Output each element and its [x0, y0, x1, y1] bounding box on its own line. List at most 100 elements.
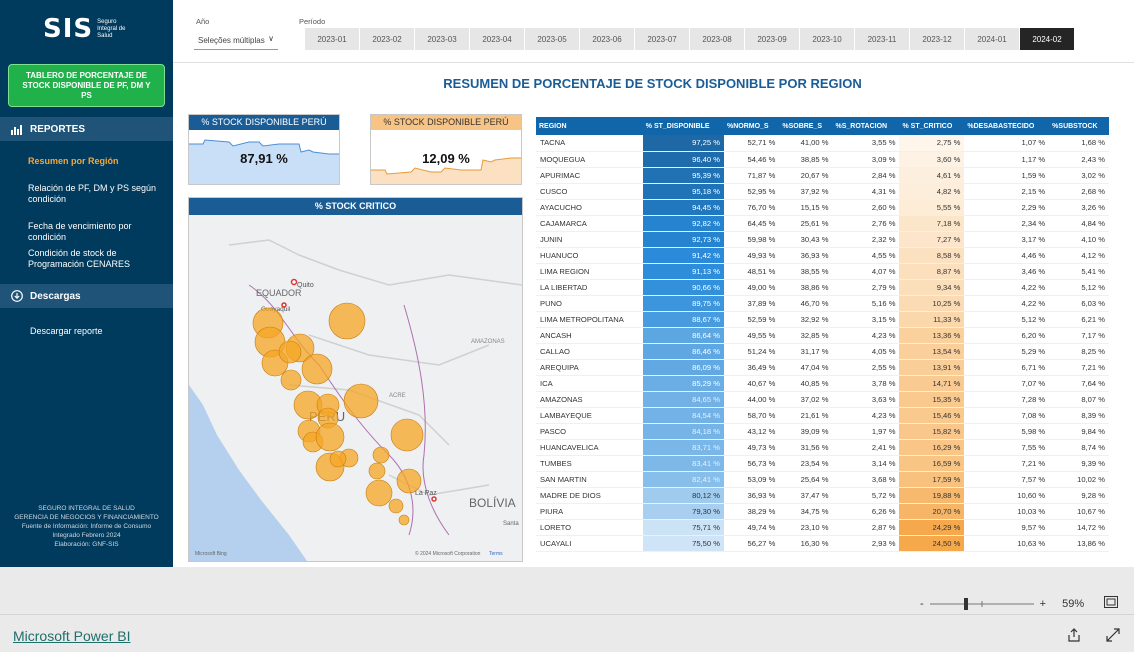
table-row[interactable]: CAJAMARCA 92,82 % 64,45 % 25,61 % 2,76 % 7,18…: [536, 215, 1109, 232]
value-cell: 2,76 %: [832, 215, 900, 232]
table-row[interactable]: MOQUEGUA 96,40 % 54,46 % 38,85 % 3,09 % 3,60 …: [536, 151, 1109, 168]
table-row[interactable]: LAMBAYEQUE 84,54 % 58,70 % 21,61 % 4,23 % 15,…: [536, 407, 1109, 424]
table-row[interactable]: MADRE DE DIOS 80,12 % 36,93 % 37,47 % 5,72 %…: [536, 487, 1109, 504]
nav-relacion-condicion[interactable]: Relación de PF, DM y PS según condición: [28, 183, 170, 205]
table-row[interactable]: TUMBES 83,41 % 56,73 % 23,54 % 3,14 % 16,59 %…: [536, 455, 1109, 472]
nav-descargar-reporte[interactable]: Descargar reporte: [30, 326, 172, 337]
nav-resumen-region[interactable]: Resumen por Región: [28, 156, 170, 167]
column-header[interactable]: % ST_DISPONIBLE: [642, 117, 724, 135]
nav-condicion-cenares[interactable]: Condición de stock de Programación CENAR…: [28, 248, 170, 270]
region-bubble[interactable]: [328, 302, 366, 340]
region-bubble[interactable]: [278, 340, 302, 364]
region-cell: CUSCO: [536, 183, 643, 200]
period-tile-2023-04[interactable]: 2023-04: [470, 28, 524, 50]
table-row[interactable]: HUANUCO 91,42 % 49,93 % 36,93 % 4,55 % 8,58 %…: [536, 247, 1109, 264]
table-row[interactable]: LIMA METROPOLITANA 88,67 % 52,59 % 32,92 % 3…: [536, 311, 1109, 328]
region-bubble[interactable]: [398, 514, 410, 526]
table-row[interactable]: AMAZONAS 84,65 % 44,00 % 37,02 % 3,63 % 15,35…: [536, 391, 1109, 408]
value-cell: 96,40 %: [642, 151, 724, 168]
value-cell: 36,93 %: [723, 487, 780, 504]
value-cell: 10,67 %: [1049, 503, 1109, 520]
value-cell: 38,55 %: [779, 263, 833, 280]
zoom-out-button[interactable]: -: [920, 598, 924, 610]
period-tile-2024-02[interactable]: 2024-02: [1020, 28, 1074, 50]
column-header[interactable]: %S_ROTACION: [832, 117, 900, 135]
zoom-in-button[interactable]: +: [1040, 598, 1046, 610]
descargas-section[interactable]: Descargas: [0, 284, 173, 308]
region-bubble[interactable]: [390, 418, 424, 452]
period-tile-2023-12[interactable]: 2023-12: [910, 28, 964, 50]
region-cell: APURIMAC: [536, 167, 643, 184]
ano-dropdown[interactable]: Seleções múltiplas ∨: [194, 31, 278, 50]
zoom-slider[interactable]: [929, 597, 1034, 611]
period-tile-2023-10[interactable]: 2023-10: [800, 28, 854, 50]
fullscreen-icon[interactable]: [1106, 628, 1120, 647]
table-row[interactable]: CUSCO 95,18 % 52,95 % 37,92 % 4,31 % 4,82 % 2,…: [536, 183, 1109, 200]
period-tile-2023-08[interactable]: 2023-08: [690, 28, 744, 50]
value-cell: 44,00 %: [723, 391, 780, 408]
region-bubble[interactable]: [368, 462, 386, 480]
region-bubble[interactable]: [329, 450, 347, 468]
map-title: % STOCK CRITICO: [189, 198, 522, 215]
period-tile-2023-07[interactable]: 2023-07: [635, 28, 689, 50]
table-row[interactable]: PASCO 84,18 % 43,12 % 39,09 % 1,97 % 15,82 % 5…: [536, 423, 1109, 440]
table-row[interactable]: LORETO 75,71 % 49,74 % 23,10 % 2,87 % 24,29 %…: [536, 519, 1109, 536]
table-row[interactable]: UCAYALI 75,50 % 56,27 % 16,30 % 2,93 % 24,50 …: [536, 535, 1109, 552]
region-cell: TACNA: [536, 135, 643, 152]
column-header[interactable]: %SUBSTOCK: [1049, 117, 1109, 135]
tablero-button[interactable]: TABLERO DE PORCENTAJE DE STOCK DISPONIBL…: [8, 64, 165, 107]
period-tile-2023-06[interactable]: 2023-06: [580, 28, 634, 50]
region-bubble[interactable]: [396, 468, 422, 494]
table-row[interactable]: HUANCAVELICA 83,71 % 49,73 % 31,56 % 2,41 % 1…: [536, 439, 1109, 456]
table-row[interactable]: LA LIBERTAD 90,66 % 49,00 % 38,86 % 2,79 % 9,…: [536, 279, 1109, 296]
table-row[interactable]: PIURA 79,30 % 38,29 % 34,75 % 6,26 % 20,70 % 1…: [536, 503, 1109, 520]
table-row[interactable]: APURIMAC 95,39 % 71,87 % 20,67 % 2,84 % 4,61 …: [536, 167, 1109, 184]
value-cell: 8,07 %: [1049, 391, 1109, 408]
table-row[interactable]: AYACUCHO 94,45 % 76,70 % 15,15 % 2,60 % 5,55 …: [536, 199, 1109, 216]
value-cell: 37,02 %: [779, 391, 833, 408]
value-cell: 2,60 %: [832, 199, 900, 216]
column-header[interactable]: REGION: [536, 117, 643, 135]
period-tile-2023-03[interactable]: 2023-03: [415, 28, 469, 50]
region-bubble[interactable]: [301, 353, 333, 385]
table-row[interactable]: JUNIN 92,73 % 59,98 % 30,43 % 2,32 % 7,27 % 3,…: [536, 231, 1109, 248]
region-bubble[interactable]: [365, 479, 393, 507]
value-cell: 92,82 %: [642, 215, 724, 232]
region-bubble[interactable]: [343, 383, 379, 419]
value-cell: 97,25 %: [642, 135, 724, 152]
column-header[interactable]: %SOBRE_S: [779, 117, 833, 135]
share-icon[interactable]: [1067, 628, 1081, 647]
table-row[interactable]: AREQUIPA 86,09 % 36,49 % 47,04 % 2,55 % 13,91…: [536, 359, 1109, 376]
powerbi-link[interactable]: Microsoft Power BI: [13, 628, 130, 644]
value-cell: 36,93 %: [779, 247, 833, 264]
table-row[interactable]: LIMA REGION 91,13 % 48,51 % 38,55 % 4,07 % 8,…: [536, 263, 1109, 280]
period-tile-2023-02[interactable]: 2023-02: [360, 28, 414, 50]
nav-fecha-vencimiento[interactable]: Fecha de vencimiento por condición: [28, 221, 170, 243]
table-row[interactable]: TACNA 97,25 % 52,71 % 41,00 % 3,55 % 2,75 % 1,…: [536, 135, 1109, 152]
map-view[interactable]: Quito EQUADOR Guayaquil AMAZONAS ACRE PE…: [189, 215, 523, 561]
table-row[interactable]: SAN MARTIN 82,41 % 53,09 % 25,64 % 3,68 % 17,…: [536, 471, 1109, 488]
column-header[interactable]: % ST_CRITICO: [899, 117, 965, 135]
fit-to-page-icon[interactable]: [1104, 596, 1119, 611]
period-tile-2023-01[interactable]: 2023-01: [305, 28, 359, 50]
column-header[interactable]: %NORMO_S: [723, 117, 780, 135]
table-row[interactable]: ICA 85,29 % 40,67 % 40,85 % 3,78 % 14,71 % 7,0…: [536, 375, 1109, 392]
reportes-section[interactable]: REPORTES: [0, 117, 173, 141]
region-bubble[interactable]: [280, 369, 302, 391]
table-row[interactable]: CALLAO 86,46 % 51,24 % 31,17 % 4,05 % 13,54 %…: [536, 343, 1109, 360]
region-bubble[interactable]: [372, 446, 390, 464]
table-row[interactable]: PUNO 89,75 % 37,89 % 46,70 % 5,16 % 10,25 % 4,…: [536, 295, 1109, 312]
region-bubble[interactable]: [315, 422, 345, 452]
period-tile-2023-11[interactable]: 2023-11: [855, 28, 909, 50]
period-tile-2023-09[interactable]: 2023-09: [745, 28, 799, 50]
value-cell: 7,55 %: [964, 439, 1050, 456]
period-tile-2024-01[interactable]: 2024-01: [965, 28, 1019, 50]
value-cell: 3,78 %: [832, 375, 900, 392]
column-header[interactable]: %DESABASTECIDO: [964, 117, 1050, 135]
period-tile-2023-05[interactable]: 2023-05: [525, 28, 579, 50]
region-bubble[interactable]: [388, 498, 404, 514]
table-row[interactable]: ANCASH 86,64 % 49,55 % 32,85 % 4,23 % 13,36 %…: [536, 327, 1109, 344]
value-cell: 7,07 %: [964, 375, 1050, 392]
region-cell: HUANCAVELICA: [536, 439, 643, 456]
value-cell: 86,64 %: [642, 327, 724, 344]
